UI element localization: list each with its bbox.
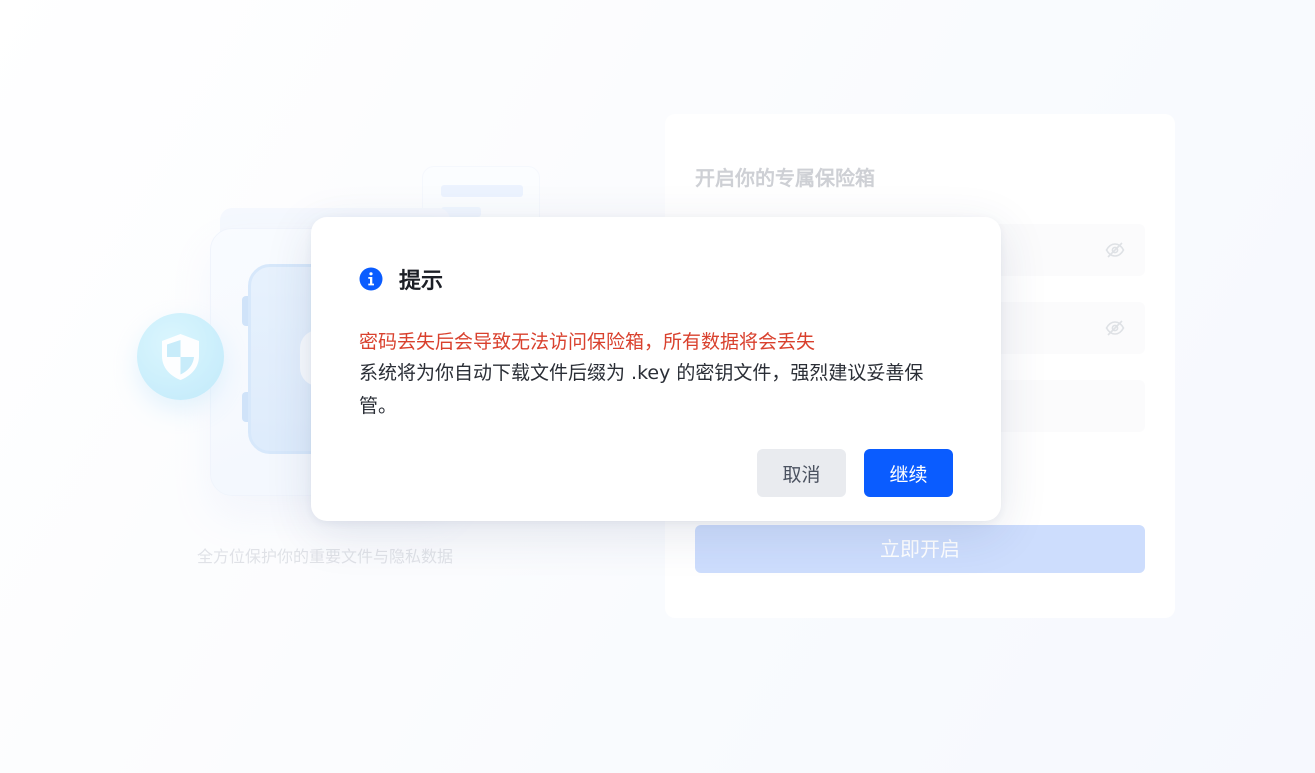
info-icon <box>359 267 383 291</box>
dialog-body: 密码丢失后会导致无法访问保险箱，所有数据将会丢失 系统将为你自动下载文件后缀为 … <box>359 327 949 423</box>
warning-text: 密码丢失后会导致无法访问保险箱，所有数据将会丢失 <box>359 331 816 353</box>
continue-button[interactable]: 继续 <box>864 449 953 497</box>
cancel-button[interactable]: 取消 <box>757 449 846 497</box>
description-text: 系统将为你自动下载文件后缀为 .key 的密钥文件，强烈建议妥善保管。 <box>359 362 924 417</box>
confirm-dialog: 提示 密码丢失后会导致无法访问保险箱，所有数据将会丢失 系统将为你自动下载文件后… <box>311 217 1001 521</box>
dialog-header: 提示 <box>359 263 443 295</box>
dialog-title: 提示 <box>399 269 444 294</box>
